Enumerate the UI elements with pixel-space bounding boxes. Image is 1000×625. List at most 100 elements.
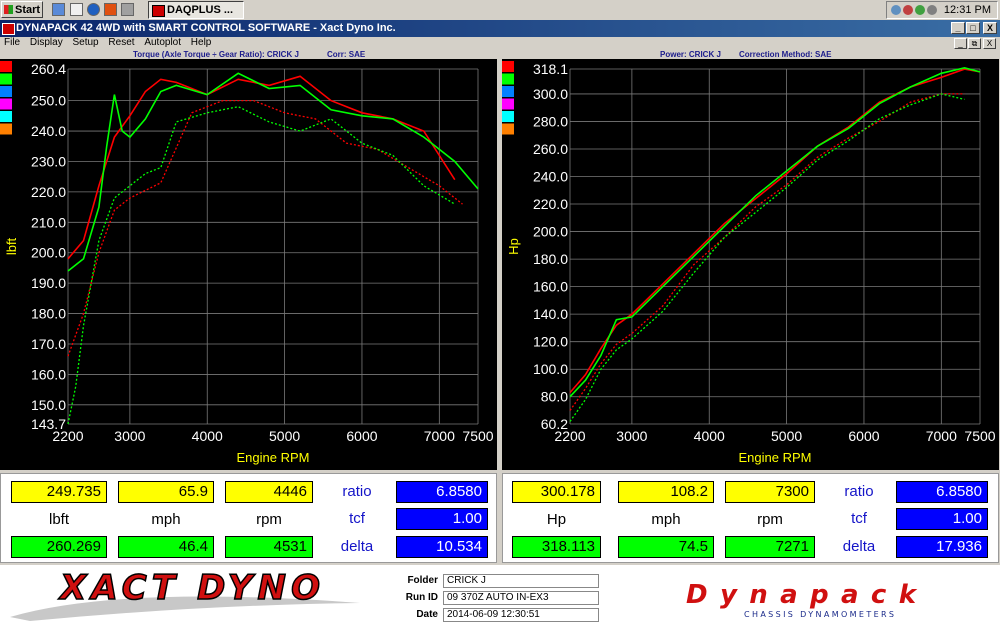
power-yaxis-label: Hp <box>506 238 521 255</box>
power-xtick-label: 4000 <box>694 428 725 444</box>
sync-icon[interactable] <box>915 5 925 15</box>
torque-peak-rpm: 4531 <box>225 536 313 558</box>
power-legend-swatch-2 <box>502 86 514 97</box>
dynapack-window-icon[interactable] <box>2 23 15 35</box>
torque-correction-header: Corr: SAE <box>327 50 366 59</box>
power-ytick-label: 160.0 <box>533 279 568 295</box>
torque-xtick-label: 7500 <box>462 428 493 444</box>
power-legend-swatch-5 <box>502 123 514 135</box>
ratio-value: 6.8580 <box>396 481 488 503</box>
power-series-3 <box>569 93 965 422</box>
runid-value: 09 370Z AUTO IN-EX3 <box>443 591 599 605</box>
runid-label: Run ID <box>405 592 438 603</box>
power-peak-value: 318.113 <box>512 536 601 558</box>
mdi-restore-button[interactable]: ⧉ <box>968 38 981 49</box>
tcf-label: tcf <box>349 510 365 527</box>
close-button[interactable]: X <box>983 22 997 34</box>
task-label: DAQPLUS ... <box>167 4 234 16</box>
torque-legend-swatch-5 <box>0 123 12 135</box>
power-legend-swatch-3 <box>502 98 514 110</box>
menu-help[interactable]: Help <box>191 37 212 48</box>
torque-peak-mph: 46.4 <box>118 536 214 558</box>
menu-reset[interactable]: Reset <box>108 37 134 48</box>
torque-chart[interactable]: 2200 3000 4000 5000 6000 7000 7500 260.4 250.0 24… <box>0 59 497 470</box>
power-xtick-label: 3000 <box>616 428 647 444</box>
window-title: DYNAPACK 42 4WD with SMART CONTROL SOFTW… <box>16 22 396 34</box>
torque-legend-swatch-0 <box>0 61 12 72</box>
power-ytick-label: 260.0 <box>533 141 568 157</box>
menu-display[interactable]: Display <box>30 37 63 48</box>
dynapack-logo-subtitle: CHASSIS DYNAMOMETERS <box>744 610 894 619</box>
menu-file[interactable]: File <box>4 37 20 48</box>
power-ytick-label: 240.0 <box>533 169 568 185</box>
menu-setup[interactable]: Setup <box>72 37 98 48</box>
power-ytick-label: 200.0 <box>533 224 568 240</box>
torque-ytick-label: 250.0 <box>31 93 66 109</box>
mail-icon[interactable] <box>70 3 83 16</box>
mdi-close-button[interactable]: X <box>983 38 996 49</box>
start-button[interactable]: Start <box>1 1 43 18</box>
security-icon[interactable] <box>903 5 913 15</box>
tcf-value: 1.00 <box>396 508 488 530</box>
tcf-label-right: tcf <box>851 510 867 527</box>
mdi-minimize-button[interactable]: _ <box>954 38 967 49</box>
power-correction-header: Correction Method: SAE <box>739 50 832 59</box>
power-ytick-label: 80.0 <box>541 389 568 405</box>
clock[interactable]: 12:31 PM <box>944 4 991 16</box>
power-cursor-rpm: 7300 <box>725 481 815 503</box>
unit-rpm-right: rpm <box>757 511 783 528</box>
torque-ytick-label: 150.0 <box>31 397 66 413</box>
torque-xaxis-label: Engine RPM <box>237 450 310 465</box>
torque-yaxis-label: lbft <box>4 237 19 255</box>
system-tray: 12:31 PM <box>886 1 998 19</box>
ratio-label: ratio <box>342 483 372 500</box>
menu-autoplot[interactable]: Autoplot <box>144 37 181 48</box>
unit-mph: mph <box>151 511 181 528</box>
window-titlebar[interactable]: DYNAPACK 42 4WD with SMART CONTROL SOFTW… <box>0 20 1000 37</box>
folder-value: CRICK J <box>443 574 599 588</box>
volume-icon[interactable] <box>927 5 937 15</box>
power-ytick-label: 140.0 <box>533 306 568 322</box>
power-ytick-label: 280.0 <box>533 113 568 129</box>
date-value: 2014-06-09 12:30:51 <box>443 608 599 622</box>
network-icon[interactable] <box>891 5 901 15</box>
maximize-button[interactable]: □ <box>966 22 980 34</box>
power-chart-header: Power: CRICK J <box>660 50 721 59</box>
torque-chart-header: Torque (Axle Torque ÷ Gear Ratio): CRICK… <box>133 50 299 59</box>
torque-ytick-label: 180.0 <box>31 306 66 322</box>
power-legend-swatch-1 <box>502 73 514 85</box>
app-shortcut-icon[interactable] <box>104 3 117 16</box>
dynapack-app-icon <box>152 5 165 17</box>
power-xtick-label: 7500 <box>964 428 995 444</box>
power-ytick-label: 100.0 <box>533 361 568 377</box>
xact-dyno-logo-text: XACT DYNO <box>58 568 320 608</box>
delta-value-right: 17.936 <box>896 536 988 558</box>
footer: XACT DYNO Folder CRICK J Run ID 09 370Z … <box>0 565 1000 625</box>
unit-rpm: rpm <box>256 511 282 528</box>
power-ytick-label: 300.0 <box>533 86 568 102</box>
power-peak-mph: 74.5 <box>618 536 714 558</box>
torque-legend-swatch-4 <box>0 111 12 122</box>
show-desktop-icon[interactable] <box>52 3 65 16</box>
power-cursor-value: 300.178 <box>512 481 601 503</box>
date-label: Date <box>416 609 438 620</box>
tool-shortcut-icon[interactable] <box>121 3 134 16</box>
torque-ytick-label: 170.0 <box>31 336 66 352</box>
power-legend-swatch-0 <box>502 61 514 72</box>
windows-logo-icon <box>4 5 13 14</box>
unit-lbft: lbft <box>48 511 69 528</box>
torque-peak-value: 260.269 <box>11 536 107 558</box>
power-chart[interactable]: 2200 3000 4000 5000 6000 7000 7500 318.1 300.0 28… <box>502 59 999 470</box>
task-daqplus-button[interactable]: DAQPLUS ... <box>148 1 244 19</box>
torque-ytick-label: 143.7 <box>31 416 66 432</box>
power-cursor-mph: 108.2 <box>618 481 714 503</box>
ie-icon[interactable] <box>87 3 100 16</box>
torque-xtick-label: 3000 <box>114 428 145 444</box>
power-xtick-label: 5000 <box>771 428 802 444</box>
torque-xtick-label: 4000 <box>192 428 223 444</box>
power-ytick-label: 220.0 <box>533 196 568 212</box>
minimize-button[interactable]: _ <box>951 22 965 34</box>
torque-legend-swatch-3 <box>0 98 12 110</box>
torque-xtick-label: 7000 <box>424 428 455 444</box>
start-label: Start <box>15 4 41 16</box>
